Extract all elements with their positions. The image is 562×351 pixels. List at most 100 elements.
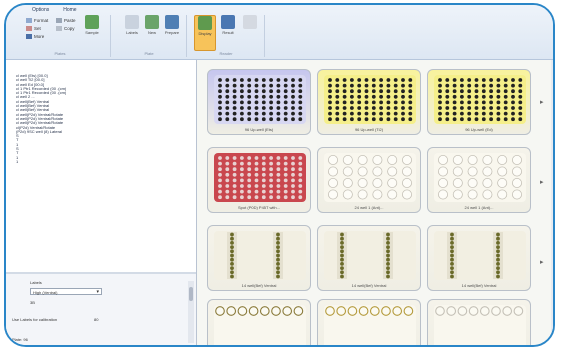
well (518, 83, 523, 88)
copy-command[interactable]: Copy (56, 26, 75, 31)
well (247, 172, 252, 177)
format-icon (26, 18, 32, 23)
well (467, 78, 472, 82)
well (247, 100, 252, 105)
well (232, 94, 237, 99)
result-button[interactable]: Result (218, 15, 238, 49)
well (379, 117, 383, 122)
plate-card[interactable]: 6 well (P2d) P4T45... (207, 299, 311, 345)
well (240, 189, 244, 194)
well (261, 94, 266, 99)
plate-card[interactable]: 24 well 1 (Ant)... (317, 147, 421, 213)
well (291, 156, 295, 160)
scrollbar-thumb[interactable] (189, 287, 193, 301)
well (232, 161, 237, 166)
well (467, 111, 472, 116)
well (328, 78, 332, 82)
sample-button[interactable]: Sample (82, 15, 102, 49)
well (401, 94, 405, 99)
well (240, 78, 244, 82)
well (269, 117, 273, 122)
new-button[interactable]: New (142, 15, 162, 49)
well (450, 249, 454, 254)
sample-label: Sample (85, 30, 99, 35)
well (460, 106, 464, 110)
well (460, 89, 464, 94)
well (357, 177, 368, 188)
plate-card[interactable]: 24 well 1 (Ant)... (427, 147, 531, 213)
well (392, 306, 403, 316)
well (298, 167, 303, 172)
plate-card[interactable]: 96 Up-well (Ets) (207, 69, 311, 135)
plate-card[interactable]: Spot (P0D) P45T with... (207, 147, 311, 213)
well (372, 189, 383, 200)
plate-card[interactable]: 96 Up-well (Ed) (427, 69, 531, 135)
plate-card[interactable]: 96 Up-well (Ti2) (317, 69, 421, 135)
well (357, 189, 368, 200)
well (496, 111, 501, 116)
well (402, 189, 413, 200)
tree-item[interactable]: (P2d) 9SC well (8) Lateral (16, 129, 66, 134)
well (261, 172, 266, 177)
display-button[interactable]: Display (194, 15, 216, 51)
well (225, 167, 230, 172)
well (298, 161, 303, 166)
well (450, 241, 454, 245)
labels-button[interactable]: Labels (122, 15, 142, 49)
new-icon (145, 15, 159, 29)
well (282, 306, 293, 316)
well (254, 189, 259, 194)
well (225, 111, 230, 116)
well (226, 306, 237, 316)
well (291, 161, 295, 166)
paste-icon (56, 18, 62, 23)
well (261, 100, 266, 105)
plate-card[interactable]: 14 well(Bef) Ventral (427, 225, 531, 291)
well (393, 117, 398, 122)
well (328, 189, 338, 200)
plate-card[interactable]: 6 well (P2d) P4T45... (427, 299, 531, 345)
tab-options[interactable]: Options (32, 7, 49, 15)
well (350, 111, 354, 116)
plate-card[interactable]: 14 well(Bef) Ventral (317, 225, 421, 291)
select-dropdown[interactable]: High (Ventral) ▾ (30, 288, 102, 295)
plate-card[interactable]: 14 well(Bef) Ventral (207, 225, 311, 291)
well (357, 94, 362, 99)
extra-button[interactable] (240, 15, 260, 49)
well (335, 83, 340, 88)
props-scrollbar[interactable] (188, 281, 194, 343)
well (496, 94, 501, 99)
tree-item[interactable]: 1 (16, 159, 66, 164)
option-value[interactable]: 80 (94, 317, 98, 322)
well (347, 306, 358, 316)
paste-command[interactable]: Paste (56, 18, 76, 23)
well (283, 78, 288, 82)
well (511, 89, 515, 94)
well (357, 166, 368, 177)
well (291, 94, 295, 99)
tab-home[interactable]: Home (63, 7, 76, 15)
gallery-scrollbar[interactable] (551, 60, 553, 345)
well (503, 83, 508, 88)
expand-arrow-icon[interactable]: ▸ (540, 258, 544, 266)
prepare-button[interactable]: Prepare (162, 15, 182, 49)
expand-arrow-icon[interactable]: ▸ (540, 178, 544, 186)
well (291, 111, 295, 116)
well (225, 156, 230, 160)
labels-label: Labels (126, 30, 138, 35)
well (218, 184, 222, 188)
well (230, 262, 234, 266)
well (240, 195, 244, 200)
format-command[interactable]: Format (26, 18, 48, 23)
plate-caption: 14 well(Bef) Ventral (461, 283, 497, 288)
set-command[interactable]: Set (26, 26, 41, 31)
more-command[interactable]: More (26, 34, 44, 39)
well (364, 111, 369, 116)
well (232, 83, 237, 88)
plate-preview (434, 153, 526, 202)
expand-arrow-icon[interactable]: ▸ (540, 98, 544, 106)
plate-card[interactable]: 6 well (P2d) P4T45... (317, 299, 421, 345)
well (482, 155, 493, 165)
well (503, 111, 508, 116)
well (218, 167, 222, 172)
